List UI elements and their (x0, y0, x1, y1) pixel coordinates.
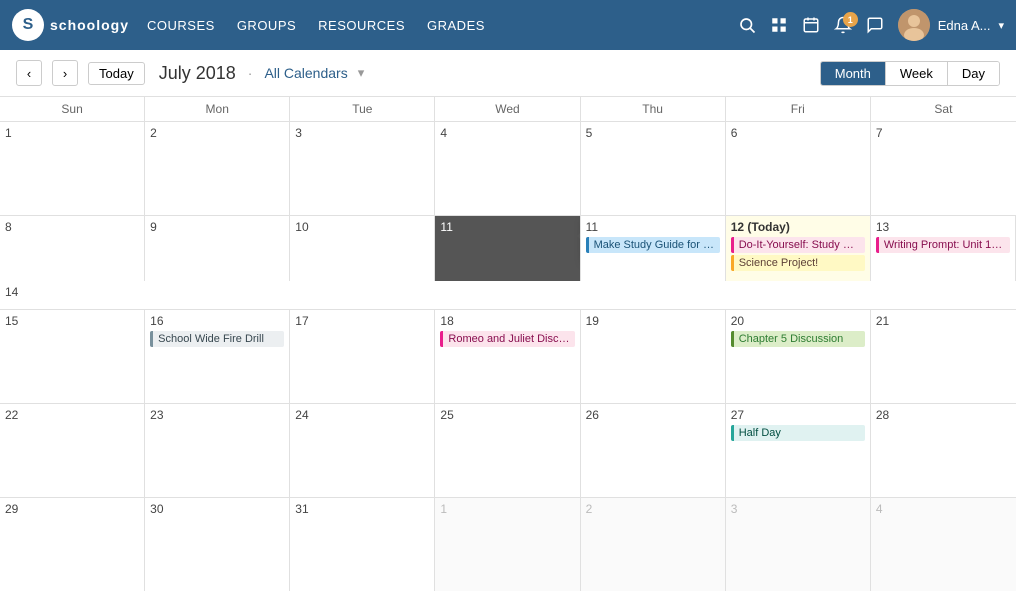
topnav-icons: 1 Edna A... ▾ (738, 9, 1004, 41)
header-mon: Mon (145, 97, 290, 121)
view-switcher: Month Week Day (820, 61, 1000, 86)
weeks-container: 1 2 3 4 5 6 7 8 9 10 11 11 (0, 122, 1016, 591)
day-cell-jul16: 16 School Wide Fire Drill (145, 310, 290, 403)
day-cell-aug4: 4 (871, 498, 1016, 591)
day-cell-jul25: 25 (435, 404, 580, 497)
user-avatar (898, 9, 930, 41)
day-cell-jul6: 6 (726, 122, 871, 215)
calendar-filter[interactable]: All Calendars (264, 65, 347, 81)
day-cell-jul20: 20 Chapter 5 Discussion (726, 310, 871, 403)
day-cell-jul29: 29 (0, 498, 145, 591)
calendar-title: July 2018 (159, 63, 236, 84)
event-chapter5[interactable]: Chapter 5 Discussion (731, 331, 865, 347)
calendar-button[interactable] (802, 16, 820, 34)
week-view-button[interactable]: Week (886, 62, 948, 85)
day-cell-jul28: 28 (871, 404, 1016, 497)
nav-links: COURSES GROUPS RESOURCES GRADES (147, 14, 720, 37)
day-cell-jul1: 1 (0, 122, 145, 215)
day-cell-jul8: 8 (0, 216, 145, 281)
week-row-2: 8 9 10 11 11 ▶ Personal Event (0, 216, 1016, 310)
day-cell-jul12: 12 (Today) Do-It-Yourself: Study Guide E… (726, 216, 871, 281)
day-cell-jul31: 31 (290, 498, 435, 591)
top-navigation: S schoology COURSES GROUPS RESOURCES GRA… (0, 0, 1016, 50)
event-romeo-juliet[interactable]: Romeo and Juliet Discussion 11:59 pm (440, 331, 574, 347)
day-headers: Sun Mon Tue Wed Thu Fri Sat (0, 97, 1016, 122)
day-cell-jul24: 24 (290, 404, 435, 497)
day-cell-jul10: 10 (290, 216, 435, 281)
day-cell-jul22: 22 (0, 404, 145, 497)
day-cell-jul14: 14 (0, 281, 145, 310)
event-fire-drill[interactable]: School Wide Fire Drill (150, 331, 284, 347)
header-sun: Sun (0, 97, 145, 121)
messages-button[interactable] (866, 16, 884, 34)
logo-text: schoology (50, 17, 129, 33)
day-cell-aug3: 3 (726, 498, 871, 591)
week-row-1: 1 2 3 4 5 6 7 (0, 122, 1016, 216)
day-cell-aug2: 2 (581, 498, 726, 591)
event-diy-study-guide[interactable]: Do-It-Yourself: Study Guide Edition 11:5… (731, 237, 865, 253)
day-cell-jul4: 4 (435, 122, 580, 215)
day-cell-jul3: 3 (290, 122, 435, 215)
day-cell-jul30: 30 (145, 498, 290, 591)
title-separator: · (248, 65, 253, 81)
calendar-toolbar: ‹ › Today July 2018 · All Calendars ▾ Mo… (0, 50, 1016, 97)
week-row-4: 22 23 24 25 26 27 Half Day 28 (0, 404, 1016, 498)
nav-grades[interactable]: GRADES (427, 14, 485, 37)
day-view-button[interactable]: Day (948, 62, 999, 85)
day-cell-jul21: 21 (871, 310, 1016, 403)
week-row-3: 15 16 School Wide Fire Drill 17 18 Romeo… (0, 310, 1016, 404)
nav-groups[interactable]: GROUPS (237, 14, 296, 37)
header-wed: Wed (435, 97, 580, 121)
day-cell-jul23: 23 (145, 404, 290, 497)
event-make-study-guide[interactable]: Make Study Guide for English (586, 237, 720, 253)
week-row-5: 29 30 31 1 2 3 4 (0, 498, 1016, 591)
day-cell-jul27: 27 Half Day (726, 404, 871, 497)
day-cell-jul15: 15 (0, 310, 145, 403)
day-cell-jul11[interactable]: 11 11 ▶ Personal Event (435, 216, 580, 281)
user-menu[interactable]: Edna A... ▾ (898, 9, 1004, 41)
day-cell-jul7: 7 (871, 122, 1016, 215)
day-cell-jul2: 2 (145, 122, 290, 215)
calendar-grid: Sun Mon Tue Wed Thu Fri Sat 1 2 3 4 5 6 … (0, 97, 1016, 591)
day-cell-jul17: 17 (290, 310, 435, 403)
notifications-button[interactable]: 1 (834, 16, 852, 34)
logo[interactable]: S schoology (12, 9, 129, 41)
filter-chevron-icon: ▾ (358, 65, 365, 81)
event-half-day[interactable]: Half Day (731, 425, 865, 441)
day-cell-jul11b: 11 Make Study Guide for English (581, 216, 726, 281)
nav-courses[interactable]: COURSES (147, 14, 215, 37)
header-thu: Thu (581, 97, 726, 121)
logo-circle: S (12, 9, 44, 41)
user-name-label: Edna A... (938, 18, 991, 33)
month-view-button[interactable]: Month (821, 62, 886, 85)
day-cell-jul13: 13 Writing Prompt: Unit 1 10:59 pm (871, 216, 1016, 281)
header-fri: Fri (726, 97, 871, 121)
nav-resources[interactable]: RESOURCES (318, 14, 405, 37)
day-cell-jul18: 18 Romeo and Juliet Discussion 11:59 pm (435, 310, 580, 403)
prev-month-button[interactable]: ‹ (16, 60, 42, 86)
next-month-button[interactable]: › (52, 60, 78, 86)
day-cell-jul5: 5 (581, 122, 726, 215)
event-science-project[interactable]: Science Project! (731, 255, 865, 271)
day-cell-jul19: 19 (581, 310, 726, 403)
event-writing-prompt[interactable]: Writing Prompt: Unit 1 10:59 pm (876, 237, 1010, 253)
today-button[interactable]: Today (88, 62, 145, 85)
day-cell-aug1: 1 (435, 498, 580, 591)
apps-button[interactable] (770, 16, 788, 34)
day-cell-jul9: 9 (145, 216, 290, 281)
header-tue: Tue (290, 97, 435, 121)
user-chevron-icon: ▾ (998, 19, 1004, 32)
header-sat: Sat (871, 97, 1016, 121)
search-button[interactable] (738, 16, 756, 34)
day-cell-jul26: 26 (581, 404, 726, 497)
notification-badge: 1 (843, 12, 858, 27)
